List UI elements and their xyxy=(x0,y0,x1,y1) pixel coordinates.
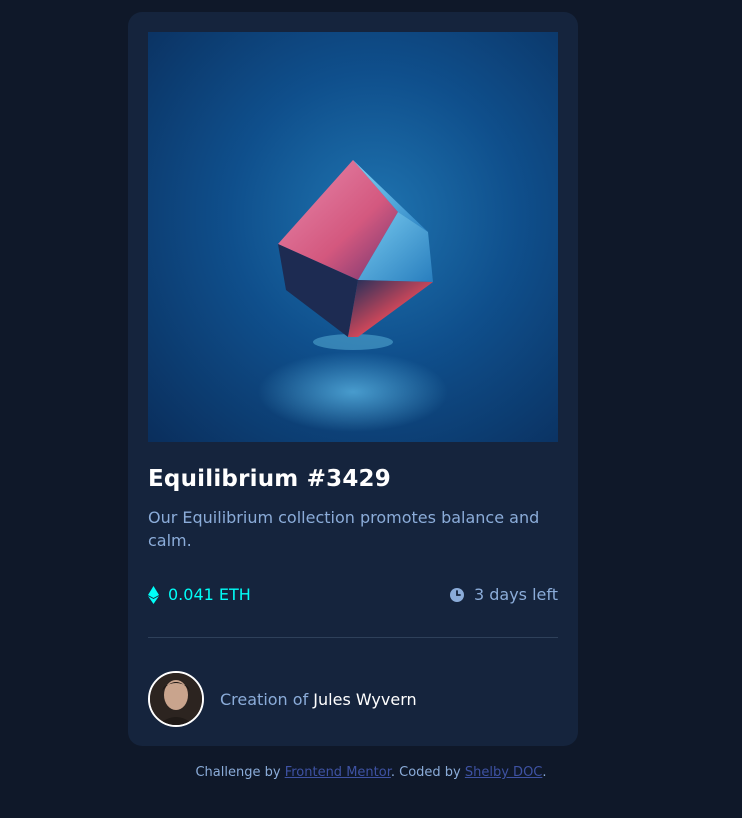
author-link[interactable]: Shelby DOC xyxy=(465,765,543,780)
attribution-middle: . Coded by xyxy=(390,765,461,780)
creator-info: Creation of Jules Wyvern xyxy=(148,671,417,727)
creator-text: Creation of Jules Wyvern xyxy=(220,690,417,709)
creator-name[interactable]: Jules Wyvern xyxy=(313,690,416,709)
price-value: 0.041 ETH xyxy=(168,585,251,604)
avatar xyxy=(148,671,204,727)
attribution-prefix: Challenge by xyxy=(195,765,281,780)
equilibrium-image[interactable] xyxy=(148,32,558,442)
ethereum-icon xyxy=(148,585,159,604)
card-title[interactable]: Equilibrium #3429 xyxy=(148,466,391,492)
attribution: Challenge by Frontend Mentor. Coded by S… xyxy=(0,765,742,780)
card-description: Our Equilibrium collection promotes bala… xyxy=(148,508,540,550)
clock-icon xyxy=(449,587,464,602)
avatar-image xyxy=(150,673,202,725)
time-info: 3 days left xyxy=(449,585,558,604)
time-left-value: 3 days left xyxy=(473,585,558,604)
frontend-mentor-link[interactable]: Frontend Mentor xyxy=(285,765,391,780)
creator-prefix: Creation of xyxy=(220,689,309,709)
card-meta: 0.041 ETH 3 days left xyxy=(148,585,558,607)
price-info: 0.041 ETH xyxy=(148,585,251,604)
crystal-cube-illustration xyxy=(258,160,448,432)
attribution-suffix: . xyxy=(542,765,547,780)
nft-card: Equilibrium #3429 Our Equilibrium collec… xyxy=(128,12,578,746)
divider xyxy=(148,637,558,638)
